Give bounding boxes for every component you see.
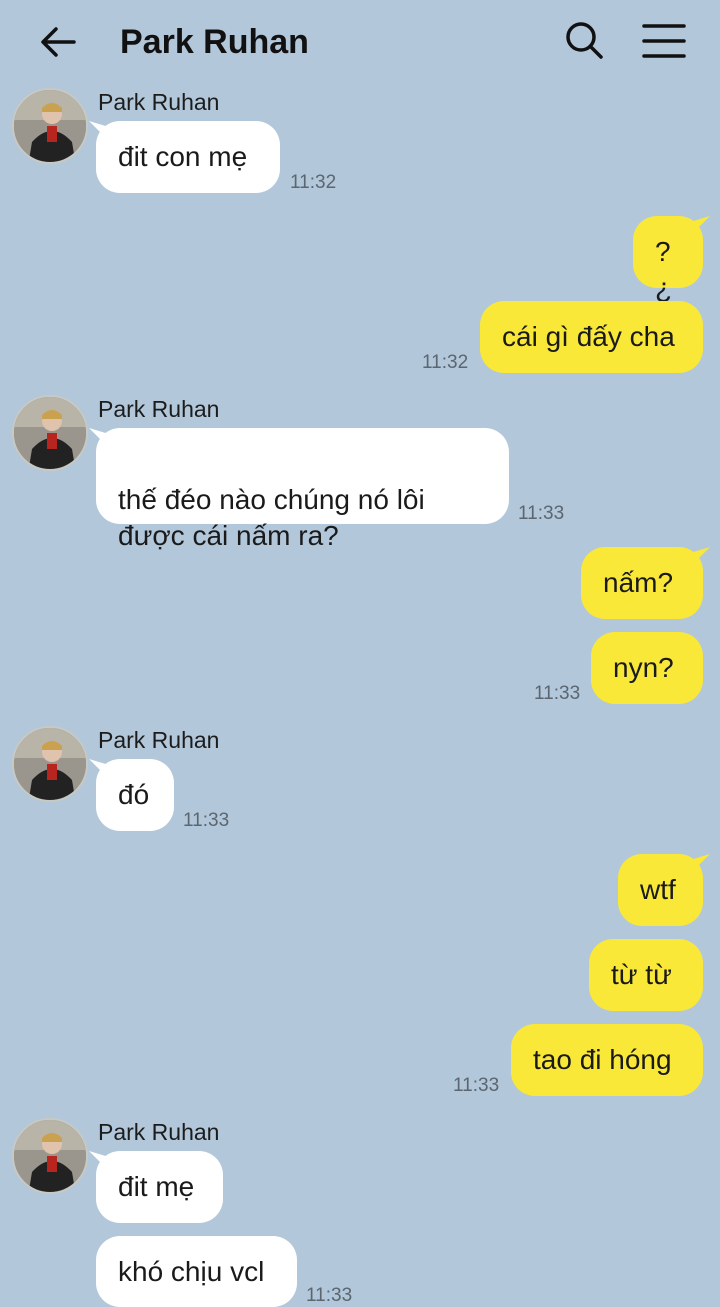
message-text: thế đéo nào chúng nó lôi được cái nấm ra… — [118, 484, 425, 551]
back-button[interactable] — [36, 20, 80, 64]
message-bubble[interactable]: đit mẹ — [96, 1151, 223, 1223]
message-text: khó chịu vcl — [118, 1256, 265, 1287]
message-bubble[interactable]: wtf — [618, 854, 703, 926]
message-time: 11:33 — [183, 810, 230, 831]
message-bubble[interactable]: tao đi hóng — [511, 1024, 703, 1096]
person-photo-icon — [14, 728, 86, 800]
message-time: 11:33 — [453, 1075, 500, 1096]
avatar[interactable] — [12, 395, 88, 471]
chat-title: Park Ruhan — [120, 23, 309, 61]
message-time: 11:32 — [422, 352, 469, 373]
sender-name: Park Ruhan — [98, 396, 220, 422]
menu-button[interactable] — [640, 18, 688, 64]
message-text: cái gì đấy cha — [502, 321, 675, 352]
avatar[interactable] — [12, 88, 88, 164]
person-photo-icon — [14, 397, 86, 469]
message-bubble[interactable]: từ từ — [589, 939, 703, 1011]
message-text: wtf — [640, 874, 676, 905]
message-time: 11:33 — [518, 503, 565, 524]
hamburger-menu-icon — [642, 24, 686, 58]
message-text: ?¿ — [655, 236, 673, 303]
sender-name: Park Ruhan — [98, 89, 220, 115]
person-photo-icon — [14, 1120, 86, 1192]
message-bubble[interactable]: cái gì đấy cha — [480, 301, 703, 373]
message-bubble[interactable]: đó — [96, 759, 174, 831]
message-bubble[interactable]: ?¿ — [633, 216, 703, 303]
message-text: đit mẹ — [118, 1171, 195, 1202]
message-time: 11:32 — [290, 172, 337, 193]
avatar[interactable] — [12, 726, 88, 802]
message-text: đó — [118, 779, 150, 810]
chat-header: Park Ruhan — [0, 0, 720, 84]
sender-name: Park Ruhan — [98, 727, 220, 753]
message-bubble[interactable]: nấm? — [581, 547, 703, 619]
sender-name: Park Ruhan — [98, 1119, 220, 1145]
search-icon — [566, 22, 603, 59]
search-button[interactable] — [562, 18, 608, 64]
message-time: 11:33 — [306, 1285, 353, 1306]
message-bubble[interactable]: nyn? — [591, 632, 703, 704]
message-text: nyn? — [613, 652, 674, 683]
message-bubble[interactable]: khó chịu vcl — [96, 1236, 297, 1307]
person-photo-icon — [14, 90, 86, 162]
message-time: 11:33 — [534, 683, 581, 704]
message-bubble[interactable]: đit con mẹ — [96, 121, 280, 193]
message-text: nấm? — [603, 567, 674, 598]
arrow-left-icon — [41, 27, 76, 57]
message-text: từ từ — [611, 959, 672, 990]
message-text: đit con mẹ — [118, 141, 248, 172]
message-text: tao đi hóng — [533, 1044, 672, 1075]
avatar[interactable] — [12, 1118, 88, 1194]
message-bubble[interactable]: thế đéo nào chúng nó lôi được cái nấm ra… — [96, 428, 509, 551]
